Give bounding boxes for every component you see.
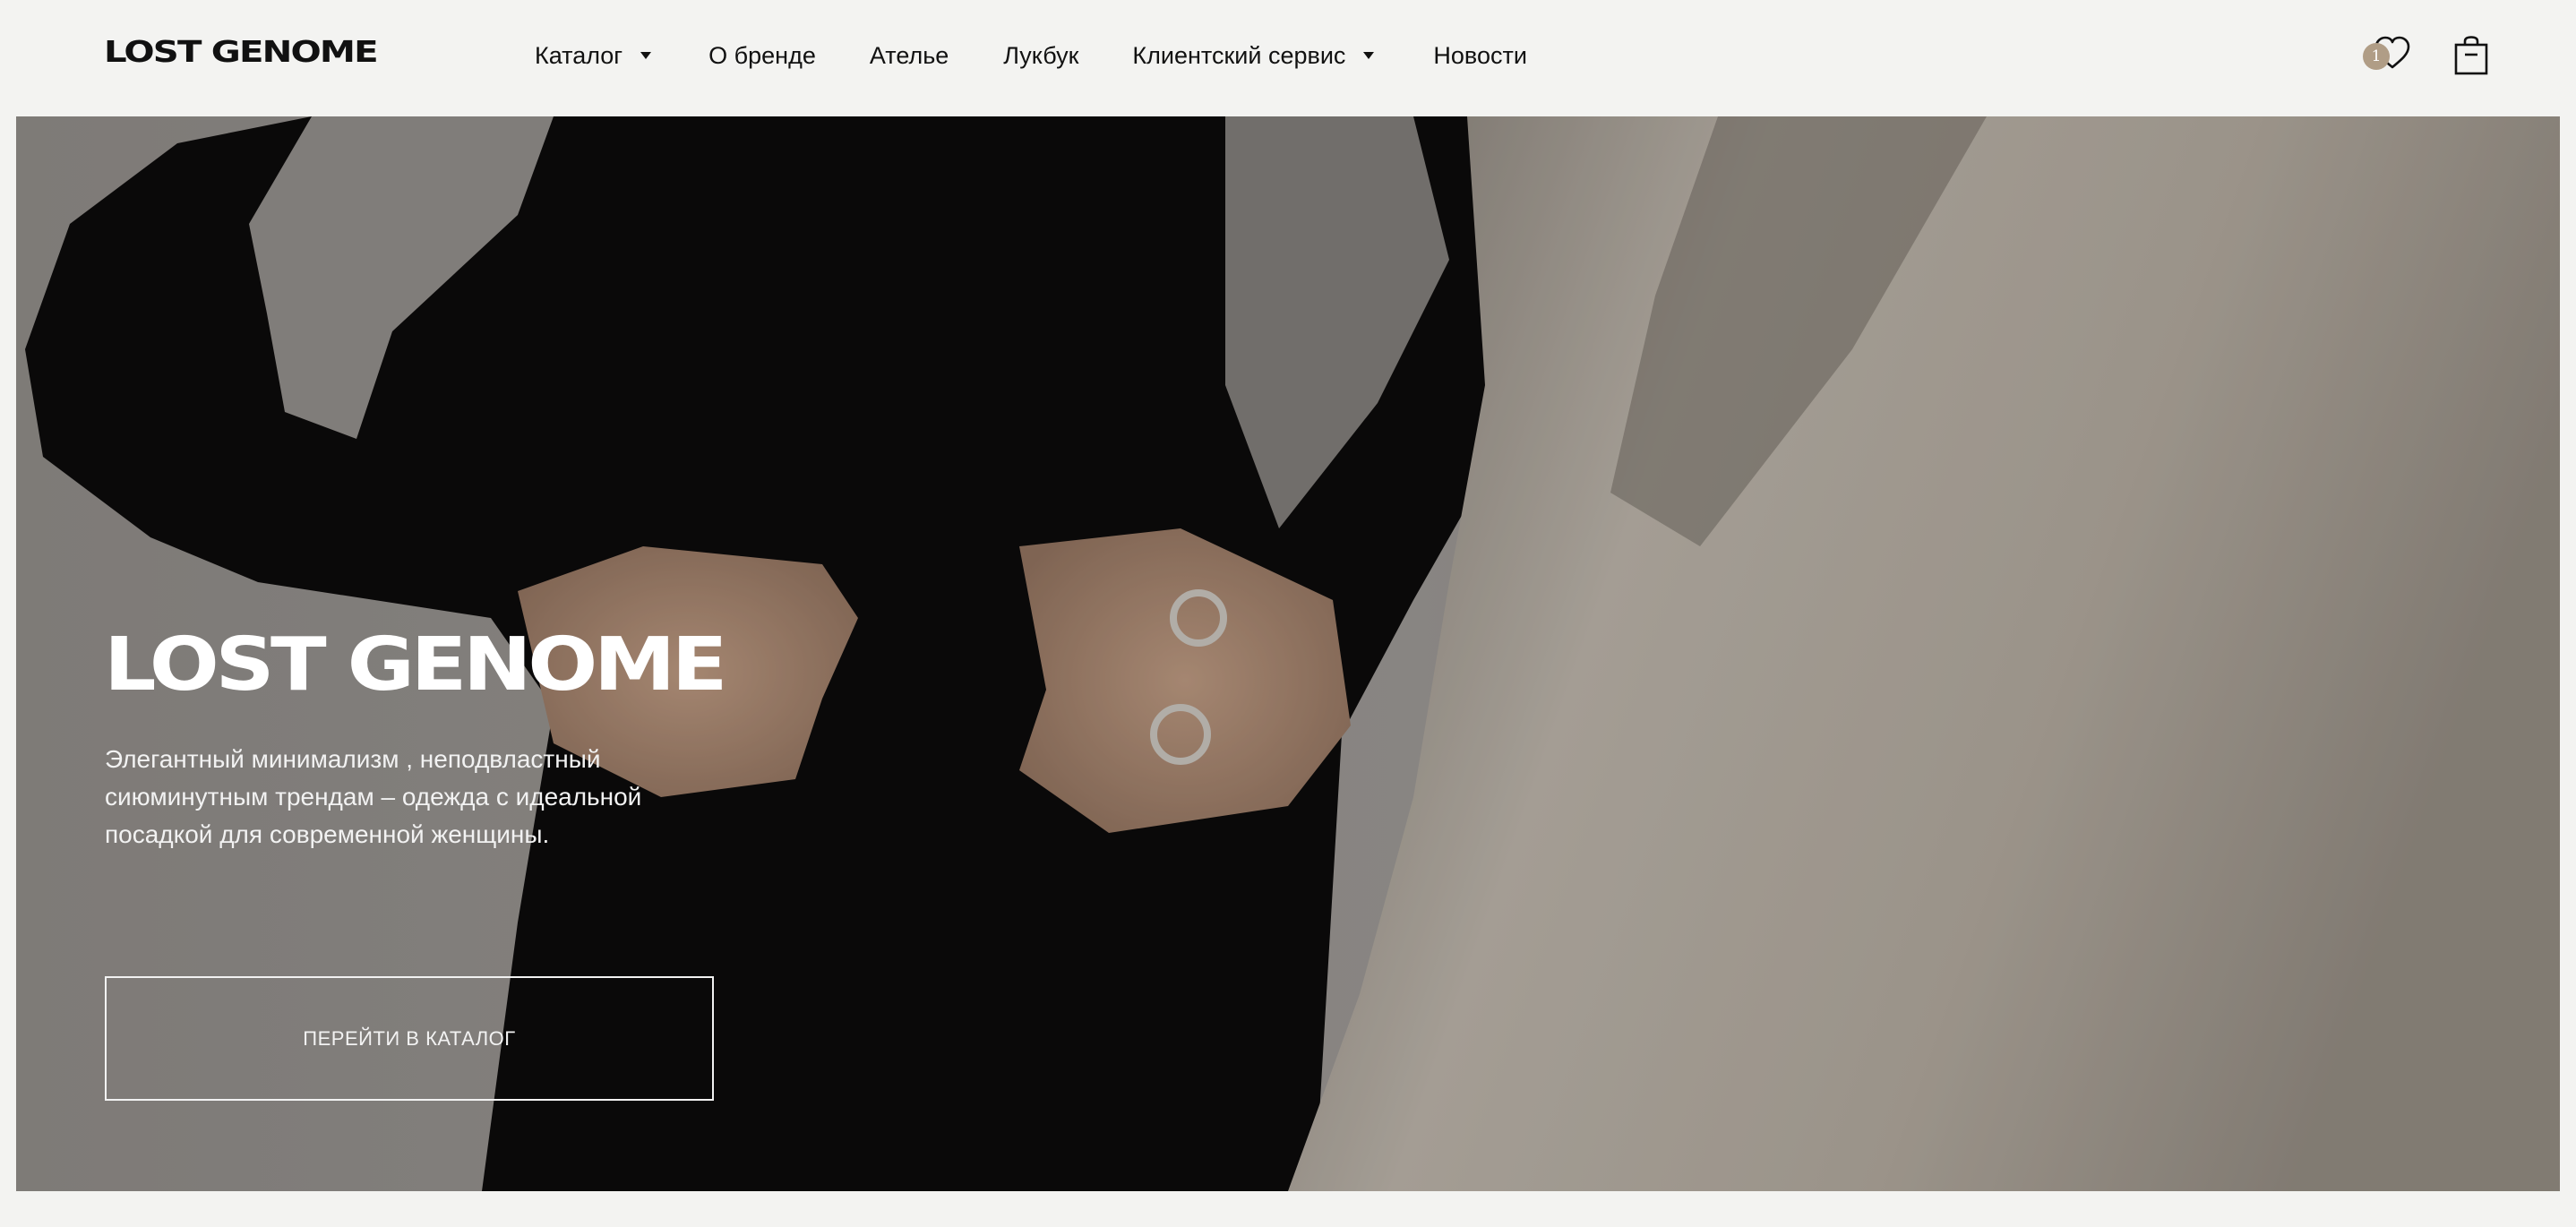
nav-item-catalog[interactable]: Каталог (535, 41, 652, 70)
hero-description: Элегантный минимализм , неподвластный си… (105, 745, 642, 848)
nav-item-label: Клиентский сервис (1132, 41, 1346, 69)
nav-item-news[interactable]: Новости (1433, 42, 1527, 70)
shopping-bag-icon (2454, 36, 2488, 75)
caret-down-icon (640, 52, 652, 59)
site-header: LOST GENOME Каталог О бренде Ателье Лукб… (0, 0, 2576, 116)
nav-item-label: Новости (1433, 41, 1527, 69)
nav-item-about-brand[interactable]: О бренде (708, 42, 816, 70)
main-nav: Каталог О бренде Ателье Лукбук Клиентски… (535, 36, 1527, 75)
nav-item-label: Ателье (869, 41, 949, 69)
caret-down-icon (1363, 52, 1375, 59)
nav-item-label: Каталог (535, 41, 623, 69)
cart-button[interactable] (2454, 36, 2490, 75)
go-to-catalog-button[interactable]: ПЕРЕЙТИ В КАТАЛОГ (105, 976, 714, 1101)
hero-title: LOST GENOME (104, 622, 727, 708)
nav-item-customer-service[interactable]: Клиентский сервис (1132, 41, 1375, 70)
nav-item-lookbook[interactable]: Лукбук (1003, 42, 1078, 70)
wishlist-button[interactable]: 1 (2363, 36, 2413, 75)
nav-item-atelier[interactable]: Ателье (870, 42, 949, 70)
hero-banner: LOST GENOME Элегантный минимализм , непо… (16, 116, 2560, 1191)
nav-item-label: О бренде (708, 41, 816, 69)
wishlist-count-badge: 1 (2363, 43, 2390, 70)
brand-logo[interactable]: LOST GENOME (104, 34, 379, 69)
nav-item-label: Лукбук (1003, 41, 1079, 69)
